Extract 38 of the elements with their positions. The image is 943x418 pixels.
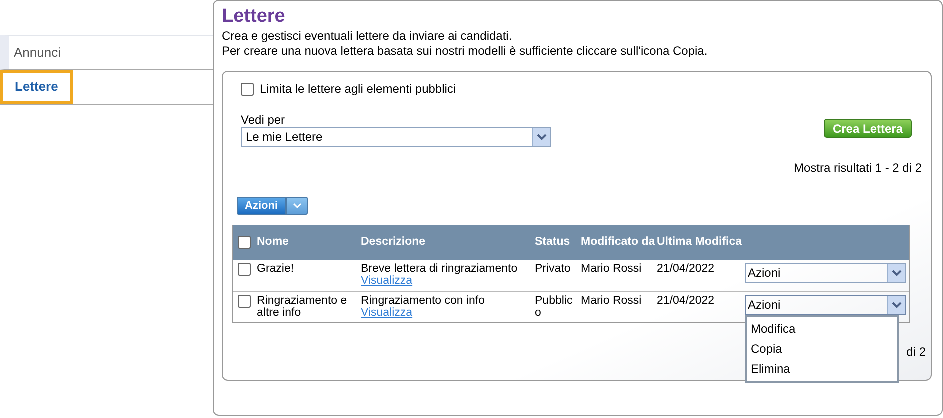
actions-select[interactable]: Azioni xyxy=(745,263,906,283)
table-cell: Breve lettera di ringraziamento xyxy=(361,263,518,275)
menu-item[interactable]: Copia xyxy=(747,339,897,359)
column-header: Modificato da xyxy=(580,234,655,250)
filter-label: Limita le lettere agli elementi pubblici xyxy=(260,81,456,98)
view-by-select[interactable]: Le mie Lettere xyxy=(241,127,551,147)
column-header: Status xyxy=(534,234,572,250)
results-count: Mostra risultati 1 - 2 di 2 xyxy=(792,160,922,177)
table-cell-text: Mario Rossi xyxy=(580,263,643,275)
view-link[interactable]: Visualizza xyxy=(361,275,413,287)
table-cell-text: Ringraziamento e altre info xyxy=(257,295,348,319)
column-header: Descrizione xyxy=(360,234,427,250)
table-cell-text: 21/04/2022 xyxy=(656,263,716,275)
column-header: Ultima Modifica xyxy=(656,234,743,250)
checkbox[interactable] xyxy=(238,295,251,308)
table-cell-text: Pubblic o xyxy=(534,295,574,319)
page-title: Lettere xyxy=(222,5,286,29)
description-text: Per creare una nuova lettera basata sui nostri modelli è sufficiente cliccare sull'icona Copia. xyxy=(222,44,709,59)
table-cell-text: Grazie! xyxy=(257,263,296,275)
results-count: di 2 xyxy=(906,344,926,361)
table-cell-text: 21/04/2022 xyxy=(656,295,716,307)
table-cell: Ringraziamento con info xyxy=(361,295,486,307)
view-link[interactable]: Visualizza xyxy=(361,307,413,319)
actions-button[interactable]: Azioni xyxy=(237,197,286,215)
description-text: Crea e gestisci eventuali lettere da inviare ai candidati. xyxy=(222,29,514,44)
checkbox[interactable] xyxy=(241,82,254,96)
table-cell-text: Mario Rossi xyxy=(580,295,643,307)
table-cell-text: Privato xyxy=(534,263,572,275)
caret-icon[interactable] xyxy=(286,197,308,215)
column-header: Nome xyxy=(257,234,289,250)
sidebar-item[interactable]: Lettere xyxy=(0,70,213,105)
actions-select[interactable]: Azioni xyxy=(745,295,906,315)
sidebar-item[interactable]: Annunci xyxy=(0,35,213,70)
checkbox[interactable] xyxy=(238,263,251,276)
menu-item[interactable]: Elimina xyxy=(747,359,897,379)
menu-item[interactable]: Modifica xyxy=(747,319,897,339)
checkbox[interactable] xyxy=(238,236,251,249)
view-by-label: Vedi per xyxy=(241,113,286,127)
